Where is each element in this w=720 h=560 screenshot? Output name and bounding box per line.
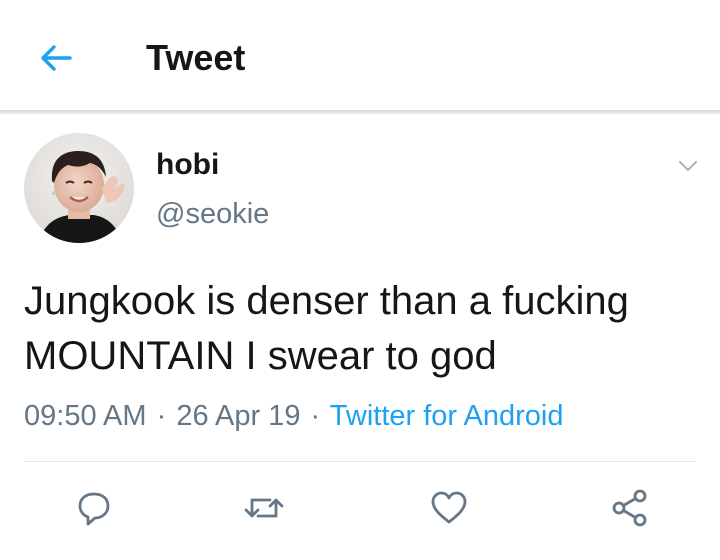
author-display-name[interactable]: hobi	[156, 147, 219, 183]
tweet-detail-screen: Tweet hobi @seokie Jungkook is denser th…	[0, 0, 720, 560]
tweet-text: Jungkook is denser than a fucking MOUNTA…	[24, 279, 629, 378]
app-header: Tweet	[0, 0, 720, 110]
actions-divider	[24, 461, 696, 462]
tweet-date: 26 Apr 19	[176, 400, 301, 432]
author-handle[interactable]: @seokie	[156, 196, 269, 232]
reply-icon	[78, 492, 110, 526]
meta-separator: ·	[310, 400, 321, 432]
back-button[interactable]	[30, 32, 82, 84]
tweet-source-link[interactable]: Twitter for Android	[330, 400, 564, 432]
arrow-left-icon	[41, 45, 72, 71]
retweet-button[interactable]	[240, 484, 288, 532]
reply-button[interactable]	[70, 484, 118, 532]
avatar-photo	[24, 133, 134, 243]
retweet-icon	[244, 498, 284, 518]
tweet-time: 09:50 AM	[24, 400, 147, 432]
header-divider	[0, 110, 720, 114]
more-options-button[interactable]	[672, 150, 704, 182]
meta-separator: ·	[156, 400, 167, 432]
tweet-meta: 09:50 AM · 26 Apr 19 · Twitter for Andro…	[24, 397, 563, 435]
heart-icon	[431, 491, 467, 524]
chevron-down-icon	[678, 160, 698, 172]
like-button[interactable]	[425, 484, 473, 532]
avatar[interactable]	[24, 133, 134, 243]
share-icon	[612, 489, 647, 527]
share-button[interactable]	[606, 484, 654, 532]
page-title: Tweet	[146, 37, 246, 78]
